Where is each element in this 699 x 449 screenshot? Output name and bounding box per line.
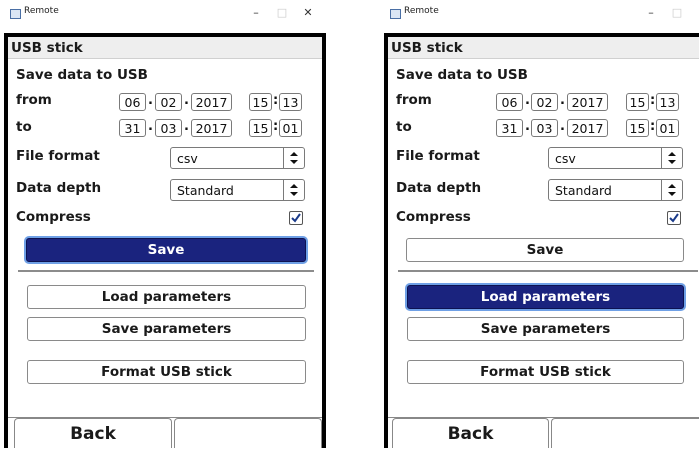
from-label: from (16, 92, 52, 108)
load-parameters-button[interactable]: Load parameters (407, 285, 684, 309)
time-separator: : (650, 93, 656, 108)
up-down-arrows-icon[interactable] (283, 148, 304, 168)
compress-checkbox[interactable] (667, 211, 681, 225)
footer-bar: Back (388, 417, 699, 448)
date-separator: . (525, 93, 530, 108)
date-separator: . (184, 93, 189, 108)
file-format-value: csv (177, 151, 198, 166)
to-hour-field[interactable]: 15 (249, 119, 272, 137)
title-bar: Remote – □ (384, 0, 699, 30)
to-minute-field[interactable]: 01 (279, 119, 302, 137)
from-minute-field[interactable]: 13 (279, 93, 302, 111)
save-parameters-button[interactable]: Save parameters (407, 317, 684, 341)
window-title: Remote (404, 6, 439, 16)
date-separator: . (560, 93, 565, 108)
up-down-arrows-icon[interactable] (283, 180, 304, 200)
close-button[interactable]: ✕ (296, 5, 320, 21)
to-month-field[interactable]: 03 (155, 119, 182, 137)
remote-window-right: Remote – □ USB stick Save data to USB fr… (384, 0, 699, 448)
data-depth-select[interactable]: Standard (170, 179, 305, 201)
device-screen: USB stick Save data to USB from 06 . 02 … (384, 33, 699, 448)
date-separator: . (560, 119, 565, 134)
device-screen: USB stick Save data to USB from 06 . 02 … (4, 33, 326, 448)
from-month-field[interactable]: 02 (155, 93, 182, 111)
to-label: to (16, 119, 32, 135)
from-label: from (396, 92, 432, 108)
footer-right-button[interactable] (174, 418, 322, 448)
divider (18, 270, 314, 272)
to-year-field[interactable]: 2017 (567, 119, 608, 137)
minimize-button[interactable]: – (639, 5, 663, 21)
to-hour-field[interactable]: 15 (626, 119, 649, 137)
to-month-field[interactable]: 03 (531, 119, 558, 137)
date-separator: . (184, 119, 189, 134)
date-separator: . (148, 93, 153, 108)
minimize-button[interactable]: – (244, 5, 268, 21)
checkmark-icon (291, 213, 301, 223)
from-year-field[interactable]: 2017 (567, 93, 608, 111)
from-hour-field[interactable]: 15 (626, 93, 649, 111)
data-depth-value: Standard (555, 183, 612, 198)
to-day-field[interactable]: 31 (119, 119, 146, 137)
title-bar: Remote – □ ✕ (4, 0, 326, 30)
app-icon (390, 9, 401, 19)
section-title: Save data to USB (16, 67, 148, 83)
time-separator: : (650, 119, 656, 134)
back-button[interactable]: Back (392, 418, 549, 448)
to-label: to (396, 119, 412, 135)
file-format-label: File format (16, 148, 100, 164)
app-icon (10, 9, 21, 19)
compress-label: Compress (396, 209, 471, 225)
from-minute-field[interactable]: 13 (656, 93, 679, 111)
from-hour-field[interactable]: 15 (249, 93, 272, 111)
remote-window-left: Remote – □ ✕ USB stick Save data to USB … (4, 0, 326, 448)
checkmark-icon (669, 213, 679, 223)
save-button[interactable]: Save (406, 238, 684, 262)
to-year-field[interactable]: 2017 (191, 119, 232, 137)
file-format-value: csv (555, 151, 576, 166)
load-parameters-button[interactable]: Load parameters (27, 285, 306, 309)
data-depth-select[interactable]: Standard (548, 179, 683, 201)
from-day-field[interactable]: 06 (496, 93, 523, 111)
footer-right-button[interactable] (551, 418, 699, 448)
screen-header: USB stick (8, 37, 322, 59)
up-down-arrows-icon[interactable] (661, 180, 682, 200)
from-day-field[interactable]: 06 (119, 93, 146, 111)
from-year-field[interactable]: 2017 (191, 93, 232, 111)
divider (398, 270, 698, 272)
footer-bar: Back (8, 417, 322, 448)
file-format-select[interactable]: csv (170, 147, 305, 169)
up-down-arrows-icon[interactable] (661, 148, 682, 168)
format-usb-button[interactable]: Format USB stick (407, 360, 684, 384)
save-button[interactable]: Save (26, 238, 306, 262)
time-separator: : (273, 93, 279, 108)
data-depth-label: Data depth (396, 180, 482, 196)
file-format-select[interactable]: csv (548, 147, 683, 169)
to-day-field[interactable]: 31 (496, 119, 523, 137)
back-button[interactable]: Back (14, 418, 172, 448)
to-minute-field[interactable]: 01 (656, 119, 679, 137)
section-title: Save data to USB (396, 67, 528, 83)
compress-label: Compress (16, 209, 91, 225)
from-month-field[interactable]: 02 (531, 93, 558, 111)
file-format-label: File format (396, 148, 480, 164)
maximize-button[interactable]: □ (270, 5, 294, 21)
screen-header: USB stick (388, 37, 699, 59)
data-depth-label: Data depth (16, 180, 102, 196)
date-separator: . (525, 119, 530, 134)
date-separator: . (148, 119, 153, 134)
data-depth-value: Standard (177, 183, 234, 198)
window-title: Remote (24, 6, 59, 16)
time-separator: : (273, 119, 279, 134)
compress-checkbox[interactable] (289, 211, 303, 225)
save-parameters-button[interactable]: Save parameters (27, 317, 306, 341)
maximize-button[interactable]: □ (665, 5, 689, 21)
format-usb-button[interactable]: Format USB stick (27, 360, 306, 384)
